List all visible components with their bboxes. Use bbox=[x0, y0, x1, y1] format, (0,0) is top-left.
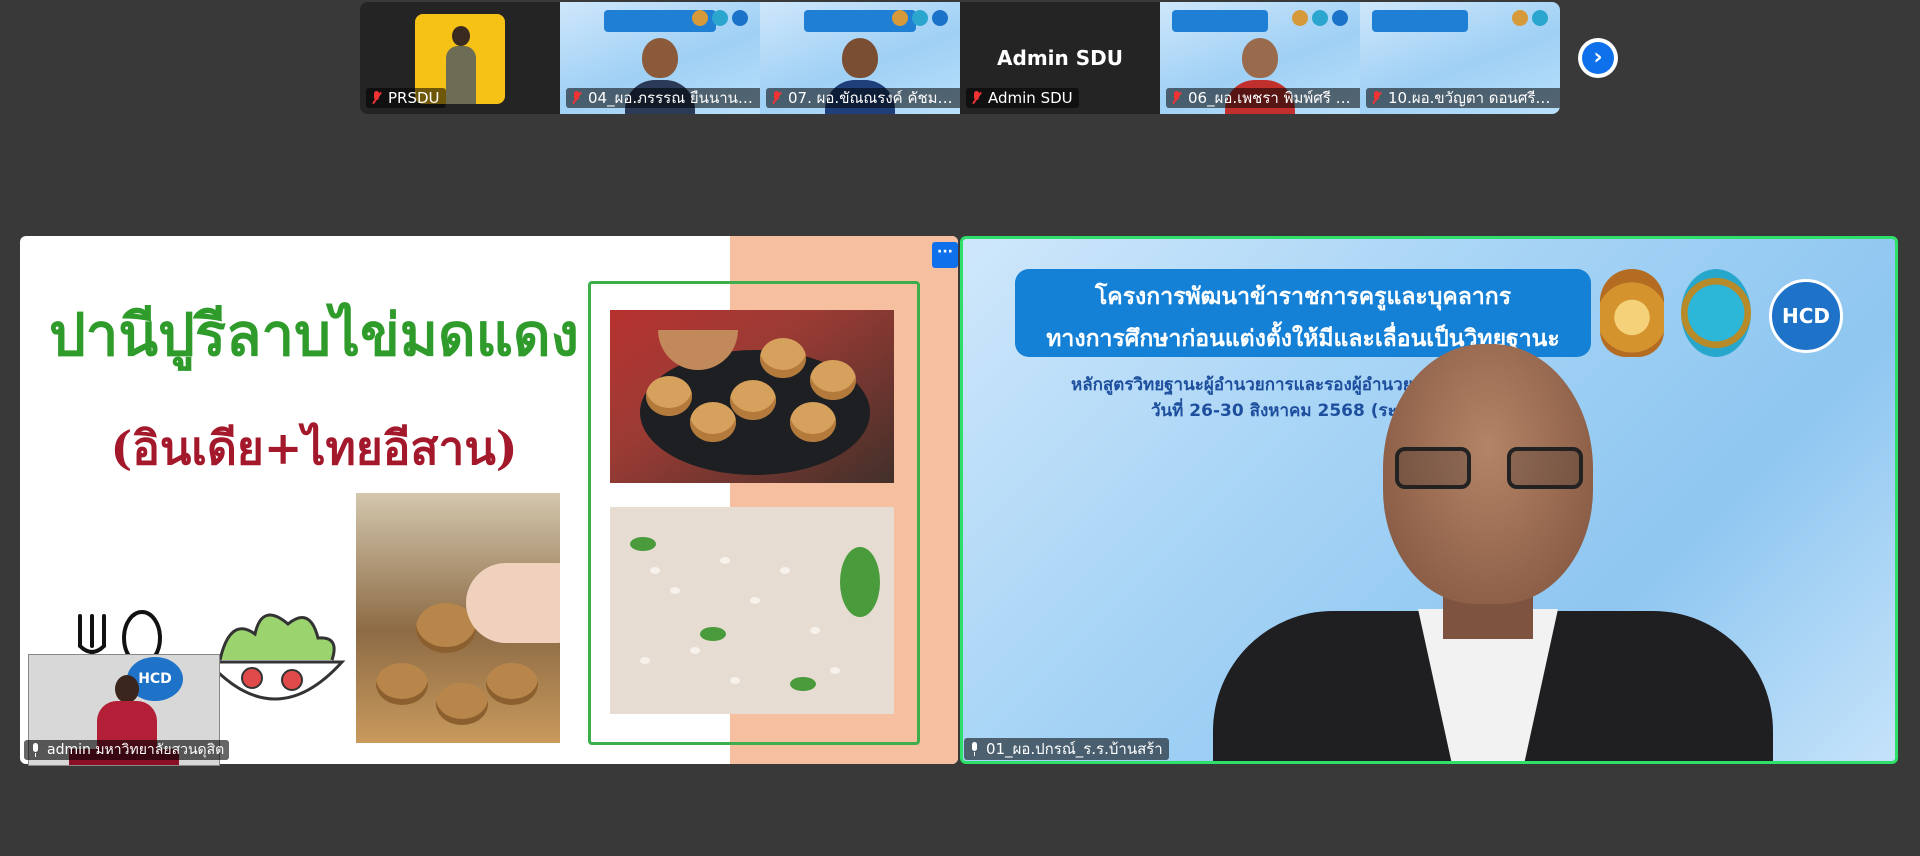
active-speaker-name: 01_ผอ.ปกรณ์_ร.ร.บ้านสร้า bbox=[986, 740, 1163, 758]
participant-name: PRSDU bbox=[388, 89, 440, 107]
hcd-logo: HCD bbox=[1769, 279, 1843, 353]
participant-name: Admin SDU bbox=[988, 89, 1073, 107]
participant-name: 10.ผอ.ขวัญตา ดอนศรีจัน... bbox=[1388, 89, 1556, 107]
mic-muted-icon bbox=[770, 91, 783, 105]
participant-display-title: Admin SDU bbox=[997, 46, 1123, 70]
food-photo-pani-puri bbox=[610, 310, 894, 483]
food-photo-ant-egg-larb bbox=[610, 507, 894, 714]
banner-line-1: โครงการพัฒนาข้าราชการครูและบุคลากร bbox=[1094, 284, 1512, 310]
mic-icon bbox=[968, 742, 981, 756]
participant-tile[interactable]: 04_ผอ.ภรรรณ ยืนนาน_... bbox=[560, 2, 760, 114]
participant-tile[interactable]: 10.ผอ.ขวัญตา ดอนศรีจัน... bbox=[1360, 2, 1560, 114]
participant-name: 04_ผอ.ภรรรณ ยืนนาน_... bbox=[588, 89, 756, 107]
mic-muted-icon bbox=[570, 91, 583, 105]
course-date: วันที่ 26-30 สิงหาคม 2568 (ระย bbox=[1151, 401, 1407, 421]
food-photo-pani-puri-hand bbox=[356, 493, 560, 743]
mic-muted-icon bbox=[970, 91, 983, 105]
ministry-emblem-icon bbox=[1600, 269, 1664, 357]
participant-name-tag: PRSDU bbox=[366, 88, 446, 108]
participant-name-tag: 06_ผอ.เพชรา พิมพ์ศรี ร.ร... bbox=[1166, 88, 1360, 108]
active-speaker-name-tag: 01_ผอ.ปกรณ์_ร.ร.บ้านสร้า bbox=[964, 738, 1169, 760]
self-view-name: admin มหาวิทยาลัยสวนดุสิต bbox=[47, 742, 225, 758]
course-title: หลักสูตรวิทยฐานะผู้อำนวยการและรองผู้อำนว… bbox=[1071, 375, 1413, 395]
mic-muted-icon bbox=[1370, 91, 1383, 105]
participant-name: 07. ผอ.ขัณณรงค์ คัชมาตย์... bbox=[788, 89, 956, 107]
self-view-name-tag: admin มหาวิทยาลัยสวนดุสิต bbox=[24, 740, 230, 760]
participant-name-tag: Admin SDU bbox=[966, 88, 1079, 108]
participant-name-tag: 07. ผอ.ขัณณรงค์ คัชมาตย์... bbox=[766, 88, 960, 108]
participant-name-tag: 10.ผอ.ขวัญตา ดอนศรีจัน... bbox=[1366, 88, 1560, 108]
next-page-button[interactable]: › bbox=[1578, 38, 1618, 78]
participant-tile[interactable]: 06_ผอ.เพชรา พิมพ์ศรี ร.ร... bbox=[1160, 2, 1360, 114]
participant-tile[interactable]: Admin SDU Admin SDU bbox=[960, 2, 1160, 114]
glasses bbox=[1395, 447, 1585, 491]
mic-muted-icon bbox=[370, 91, 383, 105]
mic-icon bbox=[29, 743, 42, 757]
mic-muted-icon bbox=[1170, 91, 1183, 105]
participant-tile[interactable]: PRSDU bbox=[360, 2, 560, 114]
participant-name-tag: 04_ผอ.ภรรรณ ยืนนาน_... bbox=[566, 88, 760, 108]
participant-tile[interactable]: 07. ผอ.ขัณณรงค์ คัชมาตย์... bbox=[760, 2, 960, 114]
salad-bowl-icon bbox=[204, 613, 346, 701]
participant-name: 06_ผอ.เพชรา พิมพ์ศรี ร.ร... bbox=[1188, 89, 1356, 107]
participant-thumbnail-strip: PRSDU 04_ผอ.ภรรรณ ยืนนาน_... 07. ผอ.ขัณณ… bbox=[360, 2, 1560, 114]
university-seal-icon bbox=[1681, 269, 1751, 357]
more-options-button[interactable]: ··· bbox=[932, 242, 958, 268]
active-speaker-video[interactable]: โครงการพัฒนาข้าราชการครูและบุคลากร ทางกา… bbox=[960, 236, 1898, 764]
chevron-right-icon: › bbox=[1582, 42, 1614, 74]
slide-title: ปานีปูรีลาบไข่มดแดง bbox=[48, 301, 579, 369]
slide-subtitle: (อินเดีย+ไทยอีสาน) bbox=[110, 421, 518, 475]
project-banner: โครงการพัฒนาข้าราชการครูและบุคลากร ทางกา… bbox=[1015, 269, 1591, 357]
